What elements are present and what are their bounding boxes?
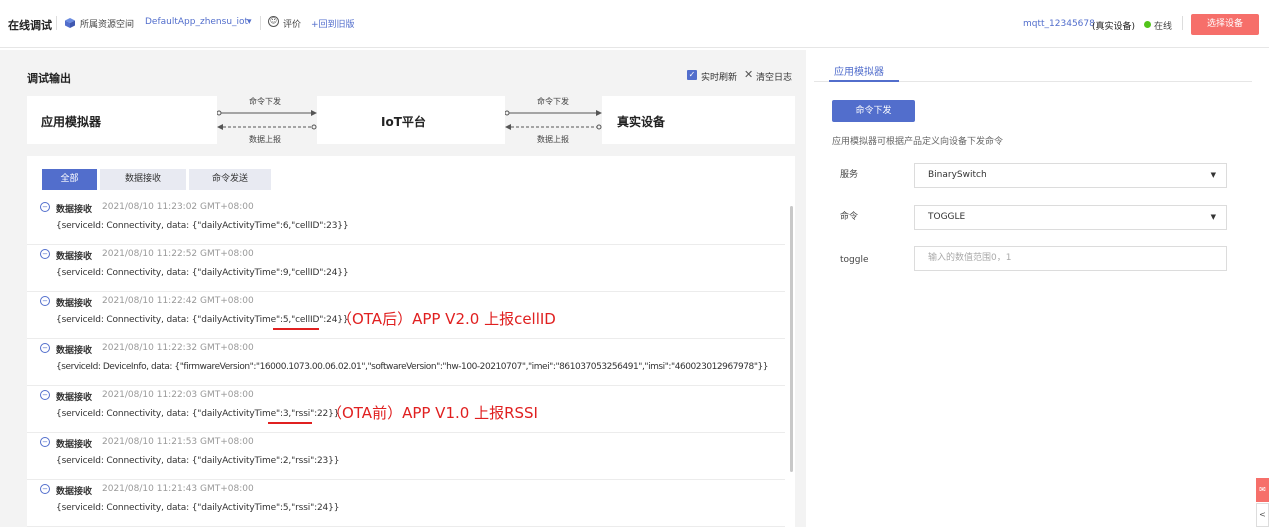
- collapse-icon[interactable]: −: [40, 249, 50, 259]
- log-kind: 数据接收: [56, 299, 93, 309]
- realtime-refresh-label[interactable]: 实时刷新: [701, 70, 737, 83]
- scrollbar[interactable]: [790, 206, 793, 472]
- collapse-icon[interactable]: −: [40, 390, 50, 400]
- simulator-hint: 应用模拟器可根据产品定义向设备下发命令: [832, 137, 1004, 147]
- share-icon[interactable]: <: [1256, 503, 1269, 527]
- flow-iot-platform: IoT平台: [317, 96, 505, 144]
- annotation-underline: [268, 422, 312, 424]
- flow-app-simulator: 应用模拟器: [27, 96, 217, 144]
- log-kind: 数据接收: [56, 205, 93, 215]
- debug-output-title: 调试输出: [27, 72, 71, 85]
- log-body: {serviceId: DeviceInfo, data: {"firmware…: [56, 362, 769, 372]
- tab-app-simulator[interactable]: 应用模拟器: [834, 63, 884, 78]
- device-name: mqtt_12345678: [1023, 19, 1095, 29]
- log-entry[interactable]: − 数据接收 2021/08/10 11:22:52 GMT+08:00 {se…: [27, 245, 785, 292]
- data-up-label: 数据上报: [249, 135, 281, 144]
- online-status-dot: [1144, 21, 1151, 28]
- cmd-down-label: 命令下发: [249, 97, 281, 106]
- log-panel: 全部 数据接收 命令发送 − 数据接收 2021/08/10 11:23:02 …: [27, 156, 795, 527]
- realtime-refresh-checkbox[interactable]: ✓: [687, 70, 697, 80]
- log-kind: 数据接收: [56, 393, 93, 403]
- debug-output-panel: 调试输出 ✓ 实时刷新 ✕ 清空日志 应用模拟器 命令下发 数据上报 IoT平台…: [0, 50, 806, 527]
- annotation-note: （OTA前）APP V1.0 上报RSSI: [327, 404, 538, 422]
- collapse-icon[interactable]: −: [40, 202, 50, 212]
- log-body: {serviceId: Connectivity, data: {"dailyA…: [56, 456, 340, 466]
- log-entry[interactable]: − 数据接收 2021/08/10 11:22:32 GMT+08:00 {se…: [27, 339, 785, 386]
- log-kind: 数据接收: [56, 346, 93, 356]
- log-time: 2021/08/10 11:22:03 GMT+08:00: [102, 390, 254, 400]
- log-entry[interactable]: − 数据接收 2021/08/10 11:21:43 GMT+08:00 {se…: [27, 480, 785, 527]
- divider: [260, 16, 261, 30]
- log-kind: 数据接收: [56, 252, 93, 262]
- log-body: {serviceId: Connectivity, data: {"dailyA…: [56, 409, 340, 419]
- collapse-icon[interactable]: −: [40, 437, 50, 447]
- service-label: 服务: [840, 170, 859, 180]
- collapse-icon[interactable]: −: [40, 484, 50, 494]
- log-entry[interactable]: − 数据接收 2021/08/10 11:23:02 GMT+08:00 {se…: [27, 198, 785, 245]
- cube-icon: [65, 18, 75, 28]
- log-body: {serviceId: Connectivity, data: {"dailyA…: [56, 503, 340, 513]
- tab-command-sent[interactable]: 命令发送: [189, 169, 271, 190]
- annotation-underline: [273, 328, 319, 330]
- log-body: {serviceId: Connectivity, data: {"dailyA…: [56, 221, 349, 231]
- caret-down-icon: ▼: [1210, 171, 1216, 179]
- log-entry[interactable]: − 数据接收 2021/08/10 11:21:53 GMT+08:00 {se…: [27, 433, 785, 480]
- log-time: 2021/08/10 11:22:32 GMT+08:00: [102, 343, 254, 353]
- collapse-icon[interactable]: −: [40, 343, 50, 353]
- back-to-old-version-link[interactable]: +回到旧版: [311, 17, 355, 30]
- divider: [56, 16, 57, 30]
- page-title: 在线调试: [8, 19, 52, 32]
- toggle-input[interactable]: 输入的数值范围0，1: [914, 246, 1227, 271]
- smile-icon[interactable]: ☺: [268, 16, 279, 27]
- cmd-down-label: 命令下发: [537, 97, 569, 106]
- close-icon[interactable]: ✕: [744, 68, 753, 81]
- log-time: 2021/08/10 11:22:42 GMT+08:00: [102, 296, 254, 306]
- log-entry[interactable]: − 数据接收 2021/08/10 11:22:42 GMT+08:00 {se…: [27, 292, 785, 339]
- log-time: 2021/08/10 11:22:52 GMT+08:00: [102, 249, 254, 259]
- device-status: 在线: [1154, 22, 1173, 32]
- log-time: 2021/08/10 11:21:53 GMT+08:00: [102, 437, 254, 447]
- service-select[interactable]: BinarySwitch ▼: [914, 163, 1227, 188]
- log-kind: 数据接收: [56, 487, 93, 497]
- top-bar: 在线调试 所属资源空间 DefaultApp_zhensu_iot ▾ ☺ 评价…: [0, 0, 1269, 48]
- chevron-down-icon[interactable]: ▾: [247, 17, 252, 27]
- collapse-icon[interactable]: −: [40, 296, 50, 306]
- tab-all[interactable]: 全部: [42, 169, 97, 190]
- select-device-button[interactable]: 选择设备: [1191, 14, 1259, 35]
- annotation-note: （OTA后）APP V2.0 上报cellID: [337, 310, 556, 328]
- log-time: 2021/08/10 11:21:43 GMT+08:00: [102, 484, 254, 494]
- caret-down-icon: ▼: [1210, 213, 1216, 221]
- device-type: (真实设备): [1092, 22, 1136, 32]
- log-body: {serviceId: Connectivity, data: {"dailyA…: [56, 268, 349, 278]
- divider: [1182, 16, 1183, 30]
- command-label: 命令: [840, 212, 859, 222]
- flow-real-device: 真实设备: [602, 96, 795, 144]
- log-kind: 数据接收: [56, 440, 93, 450]
- data-up-label: 数据上报: [537, 135, 569, 144]
- tab-data-received[interactable]: 数据接收: [100, 169, 186, 190]
- clear-log-button[interactable]: 清空日志: [756, 70, 792, 83]
- simulator-panel: 应用模拟器 命令下发 应用模拟器可根据产品定义向设备下发命令 服务 Binary…: [814, 50, 1269, 527]
- feedback-icon[interactable]: ✉: [1256, 478, 1269, 502]
- log-entry[interactable]: − 数据接收 2021/08/10 11:22:03 GMT+08:00 {se…: [27, 386, 785, 433]
- active-tab-indicator: [829, 80, 899, 82]
- rate-link[interactable]: 评价: [283, 17, 301, 30]
- send-command-button[interactable]: 命令下发: [832, 100, 915, 122]
- space-label: 所属资源空间: [80, 20, 135, 30]
- log-body: {serviceId: Connectivity, data: {"dailyA…: [56, 315, 349, 325]
- app-selector[interactable]: DefaultApp_zhensu_iot: [145, 17, 248, 27]
- toggle-label: toggle: [840, 255, 869, 265]
- log-time: 2021/08/10 11:23:02 GMT+08:00: [102, 202, 254, 212]
- command-select[interactable]: TOGGLE ▼: [914, 205, 1227, 230]
